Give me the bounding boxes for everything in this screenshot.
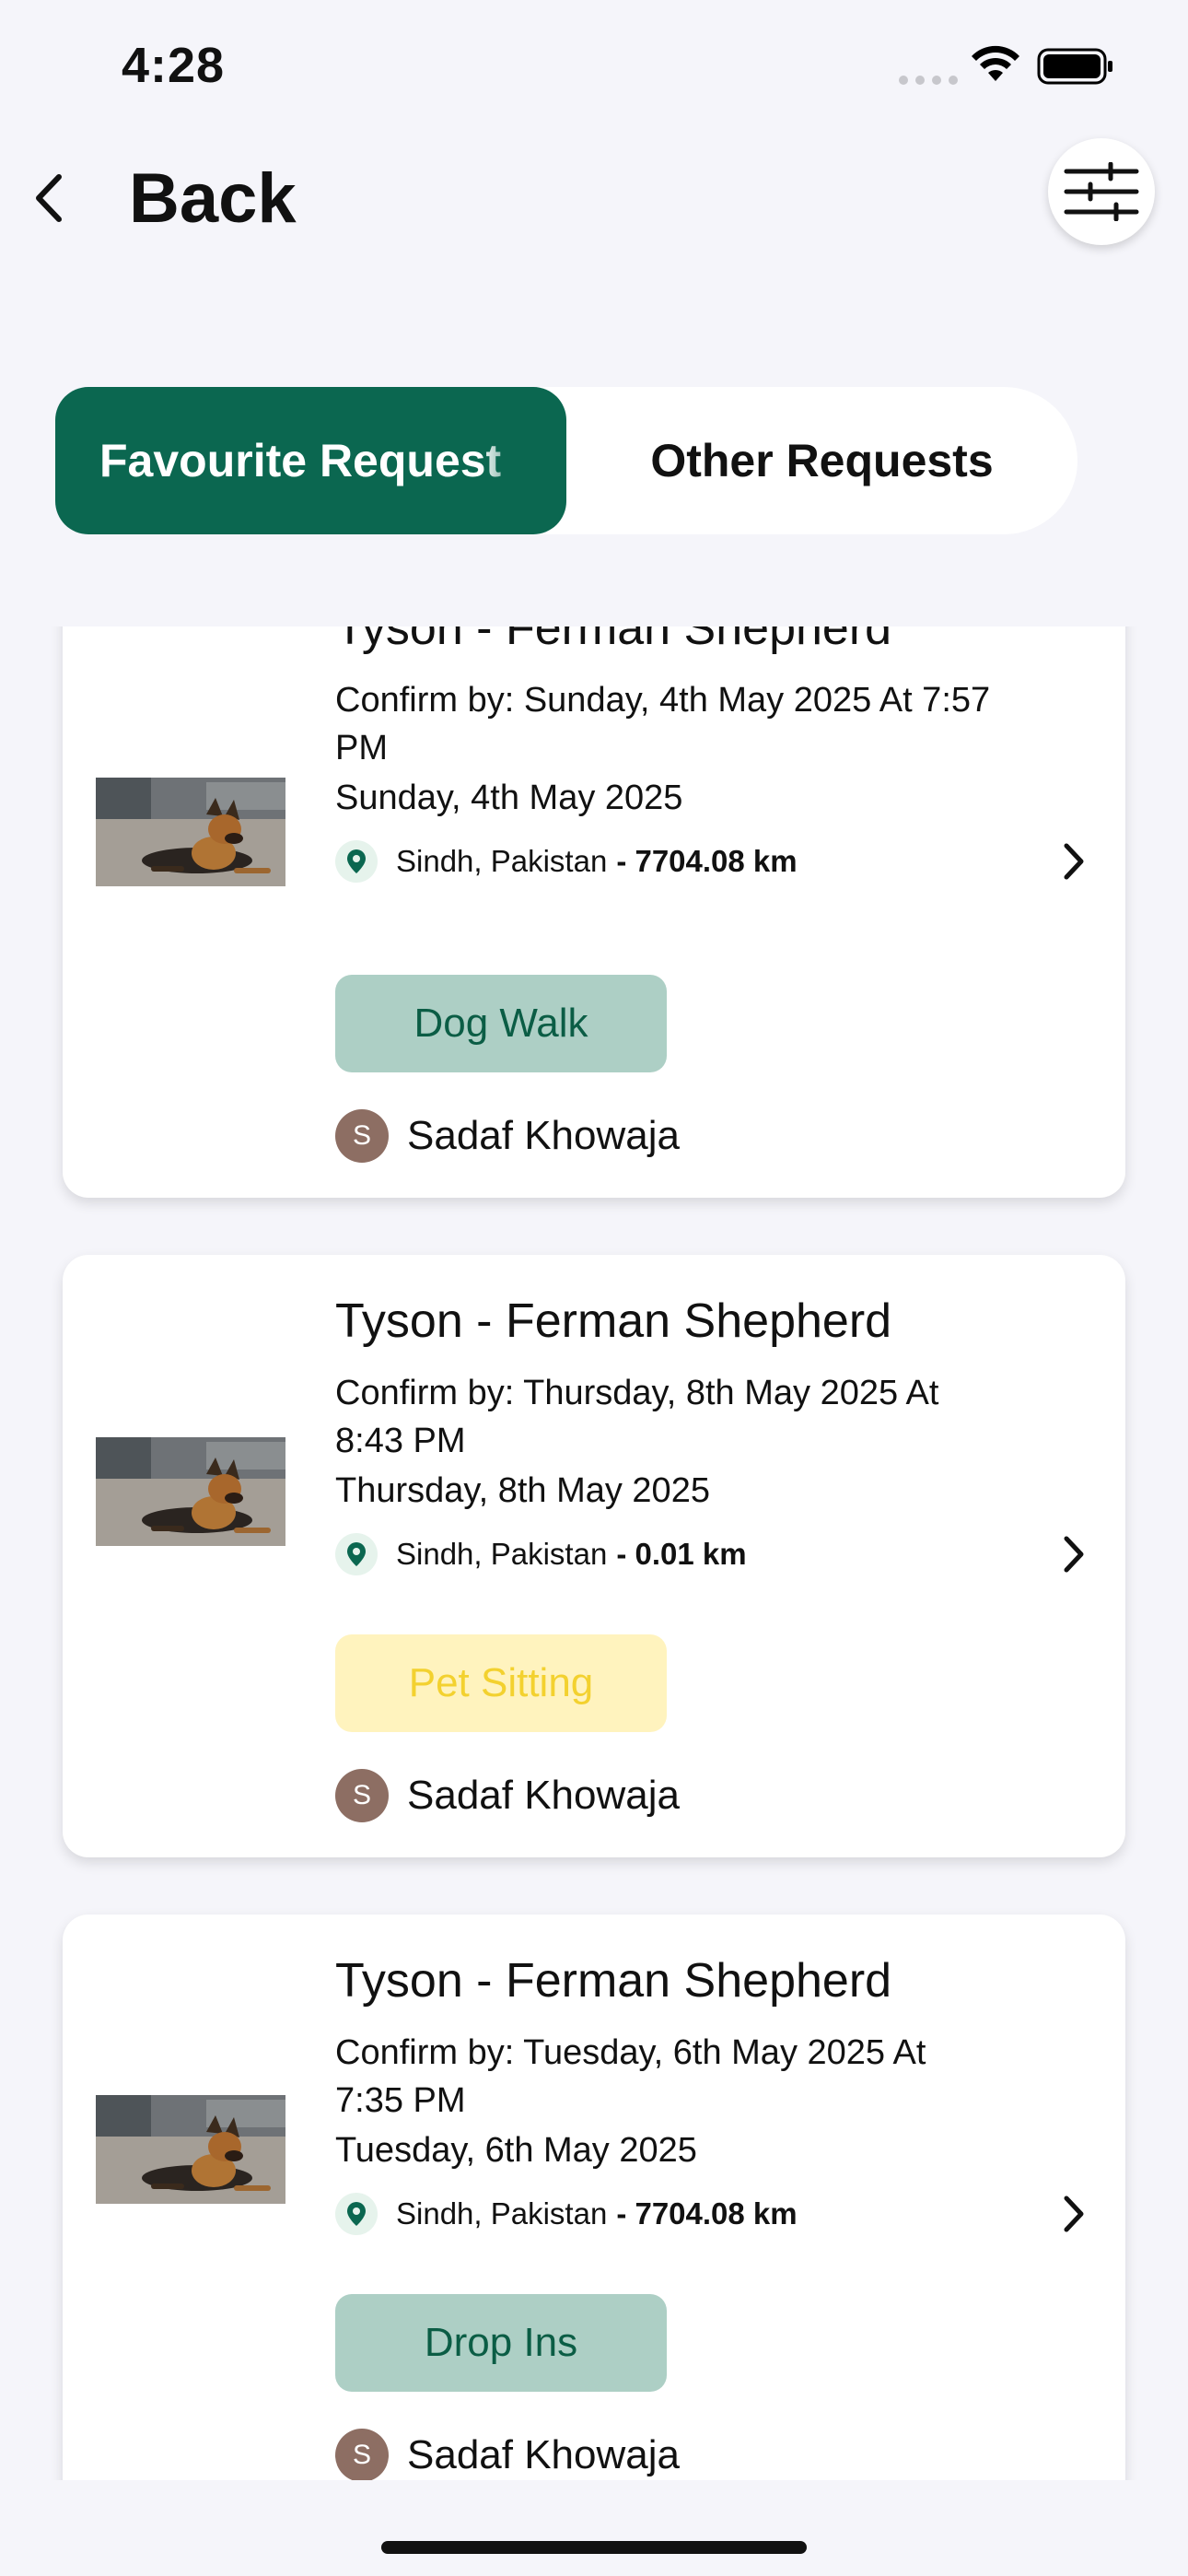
location-row: Sindh, Pakistan - 7704.08 km [335,2193,798,2235]
request-card[interactable]: Tyson - Ferman Shepherd Confirm by: Sund… [63,626,1125,1198]
distance-text: - 7704.08 km [616,844,798,878]
pet-title: Tyson - Ferman Shepherd [335,1954,892,2008]
location-text: Sindh, Pakistan [396,2196,608,2231]
avatar: S [335,1769,389,1822]
request-card[interactable]: Tyson - Ferman Shepherd Confirm by: Thur… [63,1255,1125,1857]
pet-title: Tyson - Ferman Shepherd [335,1294,892,1348]
cellular-signal-icon [899,76,958,85]
battery-icon [1037,48,1112,85]
request-tabs: Favourite Request Other Requests [55,387,1077,534]
owner-row: S Sadaf Khowaja [335,1769,680,1822]
location-text: Sindh, Pakistan [396,844,608,878]
dog-photo [96,1437,285,1546]
dog-photo [96,778,285,886]
home-indicator[interactable] [381,2541,807,2554]
dog-photo [96,2095,285,2204]
tab-favourite-requests[interactable]: Favourite Request [55,387,566,534]
back-chevron-icon[interactable] [24,166,70,230]
request-date: Tuesday, 6th May 2025 [335,2131,697,2170]
back-button[interactable]: Back [129,158,297,239]
confirm-by-text: Confirm by: Thursday, 8th May 2025 At 8:… [335,1374,939,1460]
confirm-by-text: Confirm by: Sunday, 4th May 2025 At 7:57… [335,681,991,767]
pet-title: Tyson - Ferman Shepherd [335,626,892,655]
owner-name: Sadaf Khowaja [407,1773,680,1818]
header: Back [0,138,1188,258]
tab-label: Favourite Request [99,435,502,486]
owner-row: S Sadaf Khowaja [335,1109,680,1163]
avatar: S [335,2429,389,2480]
request-card[interactable]: Tyson - Ferman Shepherd Confirm by: Tues… [63,1914,1125,2480]
location-pin-icon [335,840,378,883]
tab-other-requests[interactable]: Other Requests [566,387,1077,534]
distance-text: - 0.01 km [616,1537,747,1571]
filter-button[interactable] [1048,138,1155,245]
distance-text: - 7704.08 km [616,2196,798,2231]
request-date: Sunday, 4th May 2025 [335,779,683,817]
location-pin-icon [335,1533,378,1575]
owner-name: Sadaf Khowaja [407,1113,680,1158]
service-tag: Pet Sitting [335,1634,667,1732]
wifi-icon [972,45,1019,81]
sliders-icon [1064,162,1139,221]
service-tag: Drop Ins [335,2294,667,2392]
tab-label: Other Requests [650,435,994,486]
location-pin-icon [335,2193,378,2235]
confirm-by-text: Confirm by: Tuesday, 6th May 2025 At 7:3… [335,2033,926,2120]
location-row: Sindh, Pakistan - 7704.08 km [335,840,798,883]
status-bar: 4:28 [0,0,1188,138]
owner-row: S Sadaf Khowaja [335,2429,680,2480]
avatar: S [335,1109,389,1163]
chevron-right-icon[interactable] [1057,838,1089,884]
status-time: 4:28 [122,38,226,93]
chevron-right-icon[interactable] [1057,1531,1089,1577]
owner-name: Sadaf Khowaja [407,2432,680,2477]
location-text: Sindh, Pakistan [396,1537,608,1571]
request-date: Thursday, 8th May 2025 [335,1471,710,1510]
chevron-right-icon[interactable] [1057,2191,1089,2237]
location-row: Sindh, Pakistan - 0.01 km [335,1533,747,1575]
service-tag: Dog Walk [335,975,667,1072]
request-list[interactable]: Tyson - Ferman Shepherd Confirm by: Sund… [0,626,1188,2480]
